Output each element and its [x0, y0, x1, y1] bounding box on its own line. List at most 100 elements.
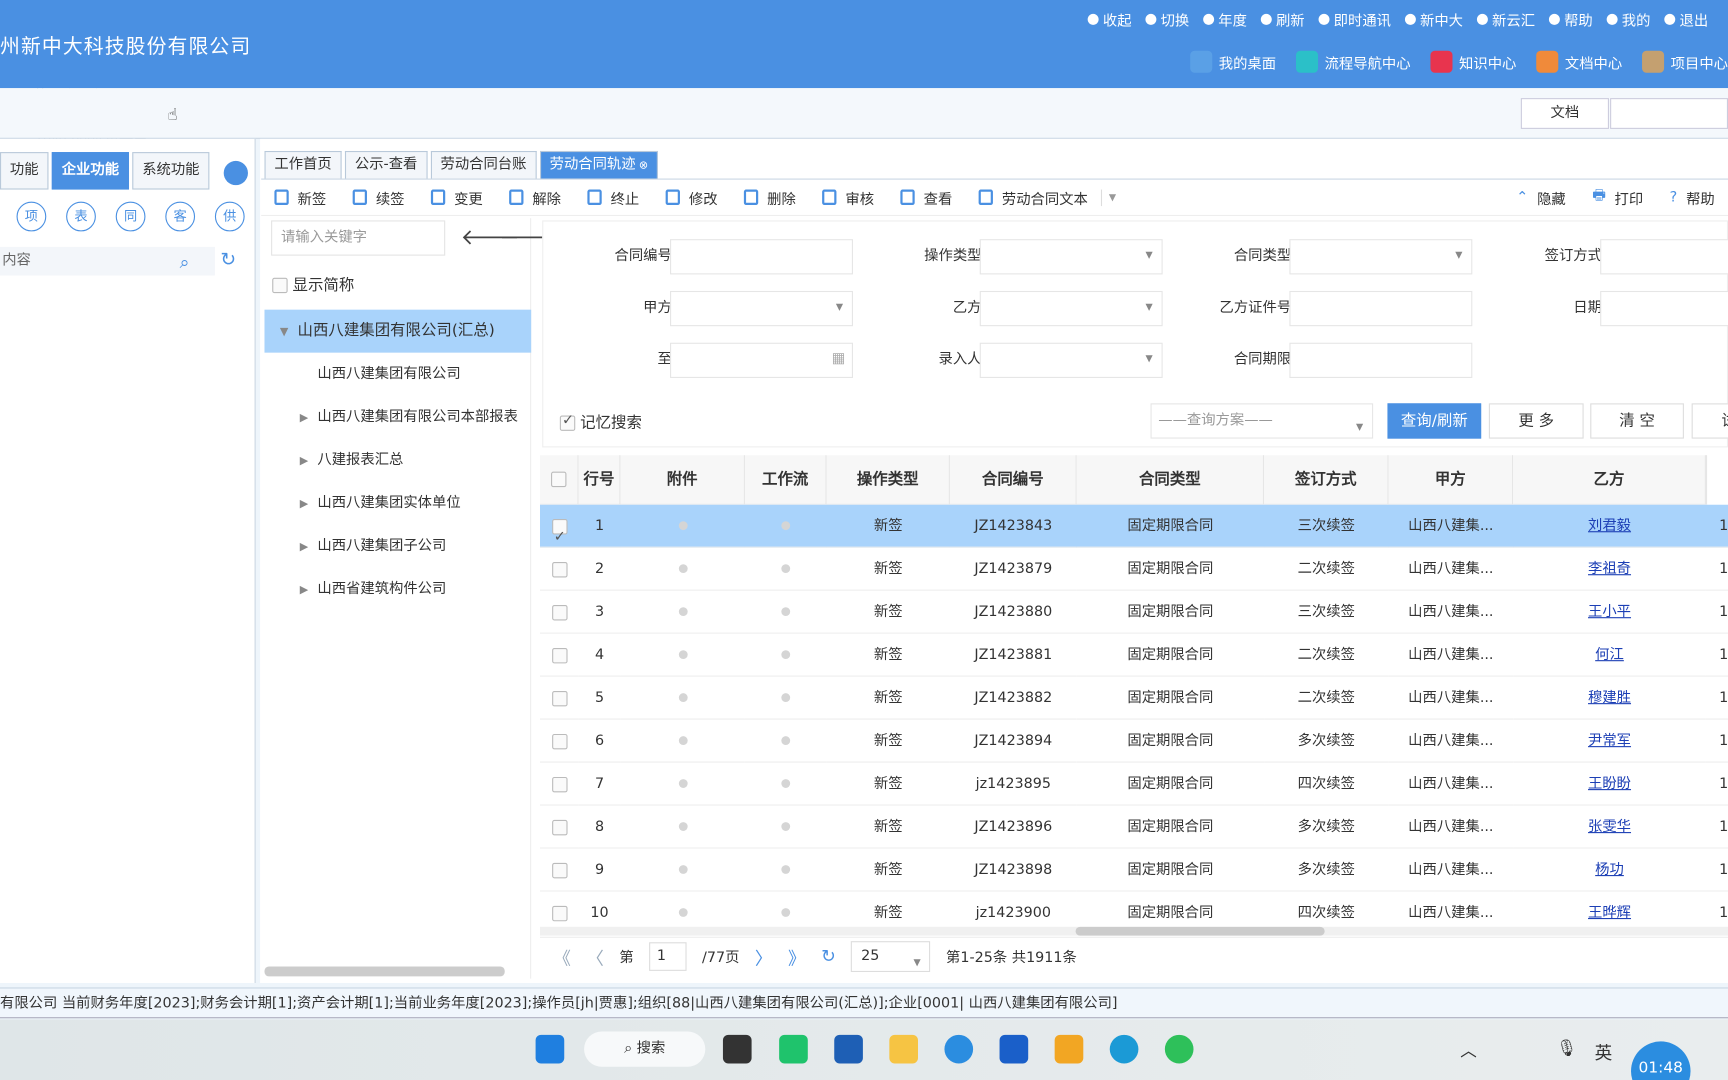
row-checkbox-cell[interactable] — [539, 677, 579, 720]
remember-search-checkbox[interactable]: 记忆搜索 — [559, 411, 642, 433]
module-link[interactable]: 文档中心 — [1536, 50, 1622, 73]
ime-indicator[interactable]: 英 — [1595, 1038, 1613, 1064]
toolbar-button[interactable]: 劳动合同文本 — [966, 187, 1102, 208]
checkbox[interactable] — [551, 733, 567, 749]
form-input[interactable] — [1600, 290, 1728, 327]
tree-node[interactable]: ▶ 山西八建集团实体单位 — [264, 482, 531, 525]
row-checkbox-cell[interactable] — [540, 892, 579, 929]
checkbox[interactable] — [551, 561, 567, 577]
top-link[interactable]: ● 退出 — [1664, 9, 1708, 30]
form-input[interactable] — [670, 239, 853, 275]
table-row[interactable]: 2 新签 JZ1423879 固定期限合同 二次续签 山西八建集... 李祖奇 1 — [539, 548, 1728, 591]
employee-link[interactable]: 李祖奇 — [1588, 561, 1631, 578]
i8-app-icon[interactable] — [1054, 1034, 1084, 1064]
checkbox[interactable] — [551, 776, 567, 792]
folder-icon[interactable] — [889, 1034, 918, 1064]
checkbox[interactable] — [551, 604, 567, 620]
column-header[interactable]: 附件 — [620, 455, 745, 505]
tree-node[interactable]: ▶ 山西八建集团有限公司本部报表 — [264, 396, 531, 439]
edge-icon[interactable] — [1109, 1034, 1139, 1064]
toolbar-button[interactable]: 查看 — [887, 187, 965, 208]
taskbar-search[interactable]: ⌕ 搜索 — [584, 1031, 706, 1067]
toolbar-button[interactable]: ⌃ 隐藏 — [1503, 187, 1579, 208]
employee-link[interactable]: 刘君毅 — [1588, 518, 1631, 535]
page-tab[interactable]: 工作首页 — [264, 150, 342, 179]
refresh-icon[interactable]: ↻ — [220, 249, 236, 271]
page-tab[interactable]: 劳动合同台账 — [430, 150, 537, 179]
tree-h-scrollbar[interactable] — [264, 966, 505, 977]
module-link[interactable]: 流程导航中心 — [1295, 50, 1411, 73]
table-row[interactable]: 7 新签 jz1423895 固定期限合同 四次续签 山西八建集... 王盼盼 1 — [539, 763, 1728, 806]
employee-link[interactable]: 王小平 — [1588, 604, 1631, 621]
top-link[interactable]: ● 我的 — [1606, 9, 1650, 30]
toolbar-button[interactable]: 审核 — [809, 187, 887, 208]
more-button[interactable]: 更 多 — [1488, 403, 1584, 439]
microphone-icon[interactable]: 🎙 — [1556, 1038, 1577, 1058]
page-size-select[interactable]: 25 — [851, 940, 931, 977]
row-checkbox-cell[interactable] — [539, 505, 579, 548]
tree-node[interactable]: ▶ 山西八建集团子公司 — [264, 525, 531, 568]
toolbar-button[interactable]: ? 帮助 — [1656, 187, 1728, 208]
top-link[interactable]: ● 年度 — [1202, 9, 1246, 30]
grid-cell[interactable]: 刘君毅 — [1513, 505, 1706, 548]
table-row[interactable]: 4 新签 JZ1423881 固定期限合同 二次续签 山西八建集... 何江 1 — [539, 634, 1728, 677]
grid-h-scrollbar[interactable] — [539, 926, 1728, 936]
form-input[interactable] — [1600, 239, 1728, 275]
tree-node[interactable]: ▼ 山西八建集团有限公司(汇总) — [264, 309, 532, 353]
tree-keyword-input[interactable]: 请输入关键字 — [271, 220, 446, 256]
top-link[interactable]: ● 切换 — [1145, 9, 1189, 30]
toolbar-button[interactable]: 变更 — [418, 187, 496, 208]
column-header[interactable]: 乙方 — [1513, 455, 1706, 505]
tree-node[interactable]: ▶ 山西省建筑构件公司 — [264, 568, 531, 611]
table-row[interactable]: 5 新签 JZ1423882 固定期限合同 二次续签 山西八建集... 穆建胜 1 — [539, 677, 1728, 720]
table-row[interactable]: 6 新签 JZ1423894 固定期限合同 多次续签 山西八建集... 尹常军 1 — [539, 720, 1728, 763]
form-input[interactable] — [1289, 239, 1473, 275]
toolbar-button[interactable]: 修改 — [652, 187, 730, 208]
row-checkbox-cell[interactable] — [539, 806, 579, 849]
calendar-icon[interactable]: ▦ — [832, 350, 846, 367]
toolbar-button[interactable]: 终止 — [574, 187, 652, 208]
sidebar-tab[interactable]: 企业功能 — [51, 152, 129, 190]
wechat-work-icon[interactable] — [779, 1034, 808, 1064]
grid-cell[interactable]: 尹常军 — [1513, 720, 1706, 763]
employee-link[interactable]: 尹常军 — [1588, 733, 1631, 750]
row-checkbox-cell[interactable] — [539, 849, 579, 892]
toolbar-button[interactable]: 🖶 打印 — [1579, 185, 1656, 209]
grid-cell[interactable]: 张雯华 — [1513, 806, 1706, 849]
tree-toggle-icon[interactable]: ▶ — [300, 483, 318, 526]
column-header[interactable]: 签订方式 — [1264, 455, 1389, 505]
grid-cell[interactable]: 穆建胜 — [1513, 677, 1706, 720]
top-link[interactable]: ● 刷新 — [1260, 9, 1304, 30]
tree-toggle-icon[interactable]: ▶ — [300, 440, 318, 483]
page-tab[interactable]: 公示-查看 — [344, 150, 428, 179]
shortcut-icon[interactable]: 供 — [214, 201, 245, 232]
grid-cell[interactable]: 杨功 — [1513, 849, 1706, 892]
table-row[interactable]: 8 新签 JZ1423896 固定期限合同 多次续签 山西八建集... 张雯华 1 — [539, 806, 1728, 849]
checkbox[interactable] — [551, 471, 567, 488]
top-link[interactable]: ● 帮助 — [1548, 9, 1592, 30]
column-header[interactable]: 行号 — [578, 455, 621, 505]
row-checkbox-cell[interactable] — [539, 720, 579, 763]
tree-toggle-icon[interactable]: ▶ — [300, 526, 318, 569]
employee-link[interactable]: 王晔辉 — [1588, 905, 1631, 922]
row-checkbox-cell[interactable] — [539, 634, 579, 677]
checkbox[interactable] — [551, 515, 567, 547]
toolbar-button[interactable]: 解除 — [496, 187, 574, 208]
form-input[interactable] — [670, 290, 853, 327]
table-row[interactable]: 1 新签 JZ1423843 固定期限合同 三次续签 山西八建集... 刘君毅 1 — [539, 504, 1728, 548]
ie-icon[interactable] — [944, 1034, 974, 1064]
column-header[interactable]: 合同类型 — [1076, 455, 1265, 505]
checkbox[interactable] — [551, 690, 567, 706]
checkbox[interactable] — [551, 647, 567, 663]
shortcut-icon[interactable]: 同 — [115, 201, 146, 232]
column-header[interactable]: 合同编号 — [949, 455, 1077, 505]
tray-chevron-icon[interactable]: ︿ — [1460, 1038, 1477, 1061]
store-icon[interactable] — [834, 1034, 863, 1064]
tree-toggle-icon[interactable]: ▶ — [300, 397, 318, 440]
doc-select[interactable]: 文档 — [1520, 98, 1609, 129]
query-refresh-button[interactable]: 查询/刷新 — [1387, 403, 1482, 439]
employee-link[interactable]: 何江 — [1595, 647, 1624, 664]
grid-cell[interactable]: 王小平 — [1513, 591, 1706, 634]
shortcut-icon[interactable]: 表 — [66, 201, 96, 232]
checkbox[interactable] — [551, 905, 567, 921]
